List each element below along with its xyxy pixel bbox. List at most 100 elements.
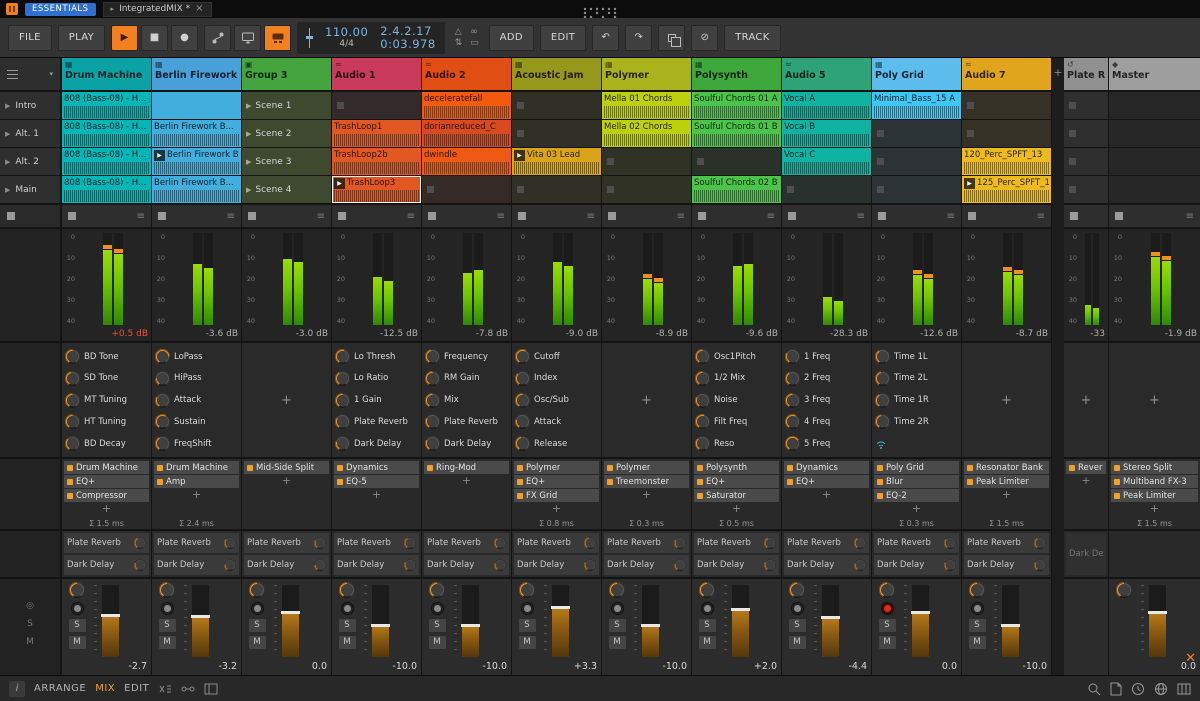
file-button[interactable]: FILE [8, 24, 52, 51]
solo-button[interactable]: S [248, 619, 266, 632]
pan-knob[interactable] [609, 582, 625, 598]
clip-slot[interactable]: Vocal B [782, 120, 871, 147]
stop-clips-button[interactable] [518, 212, 526, 220]
project-tab[interactable]: ▸ IntegratedMIX * × [102, 1, 212, 17]
device-chip[interactable]: Resonator Bank [964, 461, 1049, 474]
mute-button[interactable]: M [428, 636, 446, 649]
add-remote-page-button[interactable]: + [1081, 393, 1092, 408]
tempo-slider-icon[interactable] [306, 27, 314, 48]
device-enabled-dot[interactable] [157, 478, 163, 485]
fader-handle[interactable] [191, 614, 210, 618]
remote-knob[interactable] [515, 370, 530, 386]
track-button[interactable]: TRACK [724, 24, 781, 51]
signal-flow-button[interactable] [204, 24, 232, 51]
scene-row-main[interactable]: ▶ Main [0, 176, 60, 203]
send-slot[interactable]: Dark Delay [1066, 533, 1106, 575]
stop-clips-button[interactable] [788, 212, 796, 220]
pan-knob[interactable] [879, 582, 895, 598]
clip-slot[interactable]: deceleratefall [422, 92, 511, 119]
device-chip[interactable]: FX Grid [514, 489, 599, 502]
edit-button[interactable]: EDIT [539, 24, 587, 51]
add-device-button[interactable]: + [334, 489, 419, 501]
fader-handle[interactable] [821, 616, 840, 620]
stop-clips-button[interactable] [68, 212, 76, 220]
send-knob[interactable] [404, 537, 416, 549]
track-header[interactable]: ◆ Master [1109, 58, 1200, 90]
add-button[interactable]: ADD [488, 24, 534, 51]
solo-button[interactable]: S [338, 619, 356, 632]
device-chip[interactable]: Polymer [604, 461, 689, 474]
add-remote-page-button[interactable]: + [1149, 393, 1160, 408]
send-knob[interactable] [494, 559, 506, 571]
controller-display-button[interactable] [264, 24, 292, 51]
pan-knob[interactable] [429, 582, 445, 598]
punch-icon[interactable]: ▭ [470, 38, 479, 48]
stop-clips-button[interactable] [608, 212, 616, 220]
device-enabled-dot[interactable] [157, 464, 163, 471]
empty-clip-slot[interactable] [512, 92, 601, 119]
scene-row-alt2[interactable]: ▶ Alt. 2 [0, 148, 60, 175]
remote-knob[interactable] [785, 349, 800, 364]
device-enabled-dot[interactable] [877, 478, 883, 485]
send-slot[interactable]: Plate Reverb [874, 533, 959, 553]
send-knob[interactable] [1034, 559, 1046, 571]
fader-handle[interactable] [911, 610, 930, 614]
lanes-icon[interactable]: ≡ [227, 211, 235, 222]
remote-knob[interactable] [695, 392, 710, 408]
send-knob[interactable] [1034, 537, 1046, 549]
clip-slot[interactable]: 808 (Bass-08) - H... [62, 120, 151, 147]
add-device-button[interactable]: + [1066, 475, 1106, 487]
add-device-button[interactable]: + [874, 503, 959, 515]
track-header[interactable]: ▦ Polysynth [692, 58, 781, 90]
record-arm-button[interactable] [430, 602, 444, 615]
clip-slot[interactable]: ▶ 125_Perc_SPFT_11 [962, 176, 1051, 203]
remote-knob[interactable] [515, 436, 530, 451]
play-button[interactable]: ▶ [111, 24, 139, 51]
device-chip[interactable]: Dynamics [784, 461, 869, 474]
stop-clips-button[interactable] [1115, 212, 1123, 220]
stop-clips-button[interactable] [968, 212, 976, 220]
send-knob[interactable] [674, 537, 686, 549]
io-routing-button[interactable] [181, 683, 195, 695]
device-chip[interactable]: Poly Grid [874, 461, 959, 474]
solo-button[interactable]: S [518, 619, 536, 632]
remote-knob[interactable] [695, 370, 710, 386]
mute-button[interactable]: M [608, 636, 626, 649]
pan-knob[interactable] [159, 582, 175, 598]
remote-knob[interactable] [155, 370, 170, 386]
add-remote-page-button[interactable]: + [1001, 393, 1012, 408]
remote-knob[interactable] [155, 349, 170, 364]
device-enabled-dot[interactable] [1069, 464, 1075, 471]
fader-handle[interactable] [281, 610, 300, 614]
send-slot[interactable]: Plate Reverb [64, 533, 149, 553]
loop-icon[interactable]: ∞ [470, 27, 479, 37]
remote-knob[interactable] [425, 392, 440, 408]
send-slot[interactable]: Plate Reverb [604, 533, 689, 553]
send-slot[interactable]: Plate Reverb [784, 533, 869, 553]
lanes-icon[interactable]: ≡ [1037, 211, 1045, 222]
mute-button[interactable]: M [878, 636, 896, 649]
send-slot[interactable]: Dark Delay [964, 555, 1049, 575]
play-menu-button[interactable]: PLAY [57, 24, 106, 51]
device-enabled-dot[interactable] [517, 478, 523, 485]
clip-slot[interactable]: 120_Perc_SPFT_13 [962, 148, 1051, 175]
lanes-icon[interactable]: ≡ [317, 211, 325, 222]
add-device-button[interactable]: + [154, 489, 239, 501]
scene-launch-slot[interactable]: ▶ Scene 4 [242, 176, 331, 203]
stop-clips-button[interactable] [428, 212, 436, 220]
device-chip[interactable]: Treemonster [604, 475, 689, 488]
device-enabled-dot[interactable] [877, 464, 883, 471]
send-knob[interactable] [854, 559, 866, 571]
empty-clip-slot[interactable] [332, 92, 421, 119]
display-profile-button[interactable] [234, 24, 262, 51]
stop-button[interactable]: ■ [141, 24, 169, 51]
clip-slot[interactable]: ▶ Berlin Firework B... [152, 148, 241, 175]
stop-all-clips-button[interactable] [7, 212, 15, 220]
device-chip[interactable]: Stereo Split [1111, 461, 1198, 474]
fader-handle[interactable] [641, 624, 660, 628]
send-knob[interactable] [944, 559, 956, 571]
lanes-icon[interactable]: ≡ [587, 211, 595, 222]
remote-knob[interactable] [155, 436, 170, 451]
solo-button[interactable]: S [428, 619, 446, 632]
bitwig-logo[interactable] [6, 3, 18, 15]
